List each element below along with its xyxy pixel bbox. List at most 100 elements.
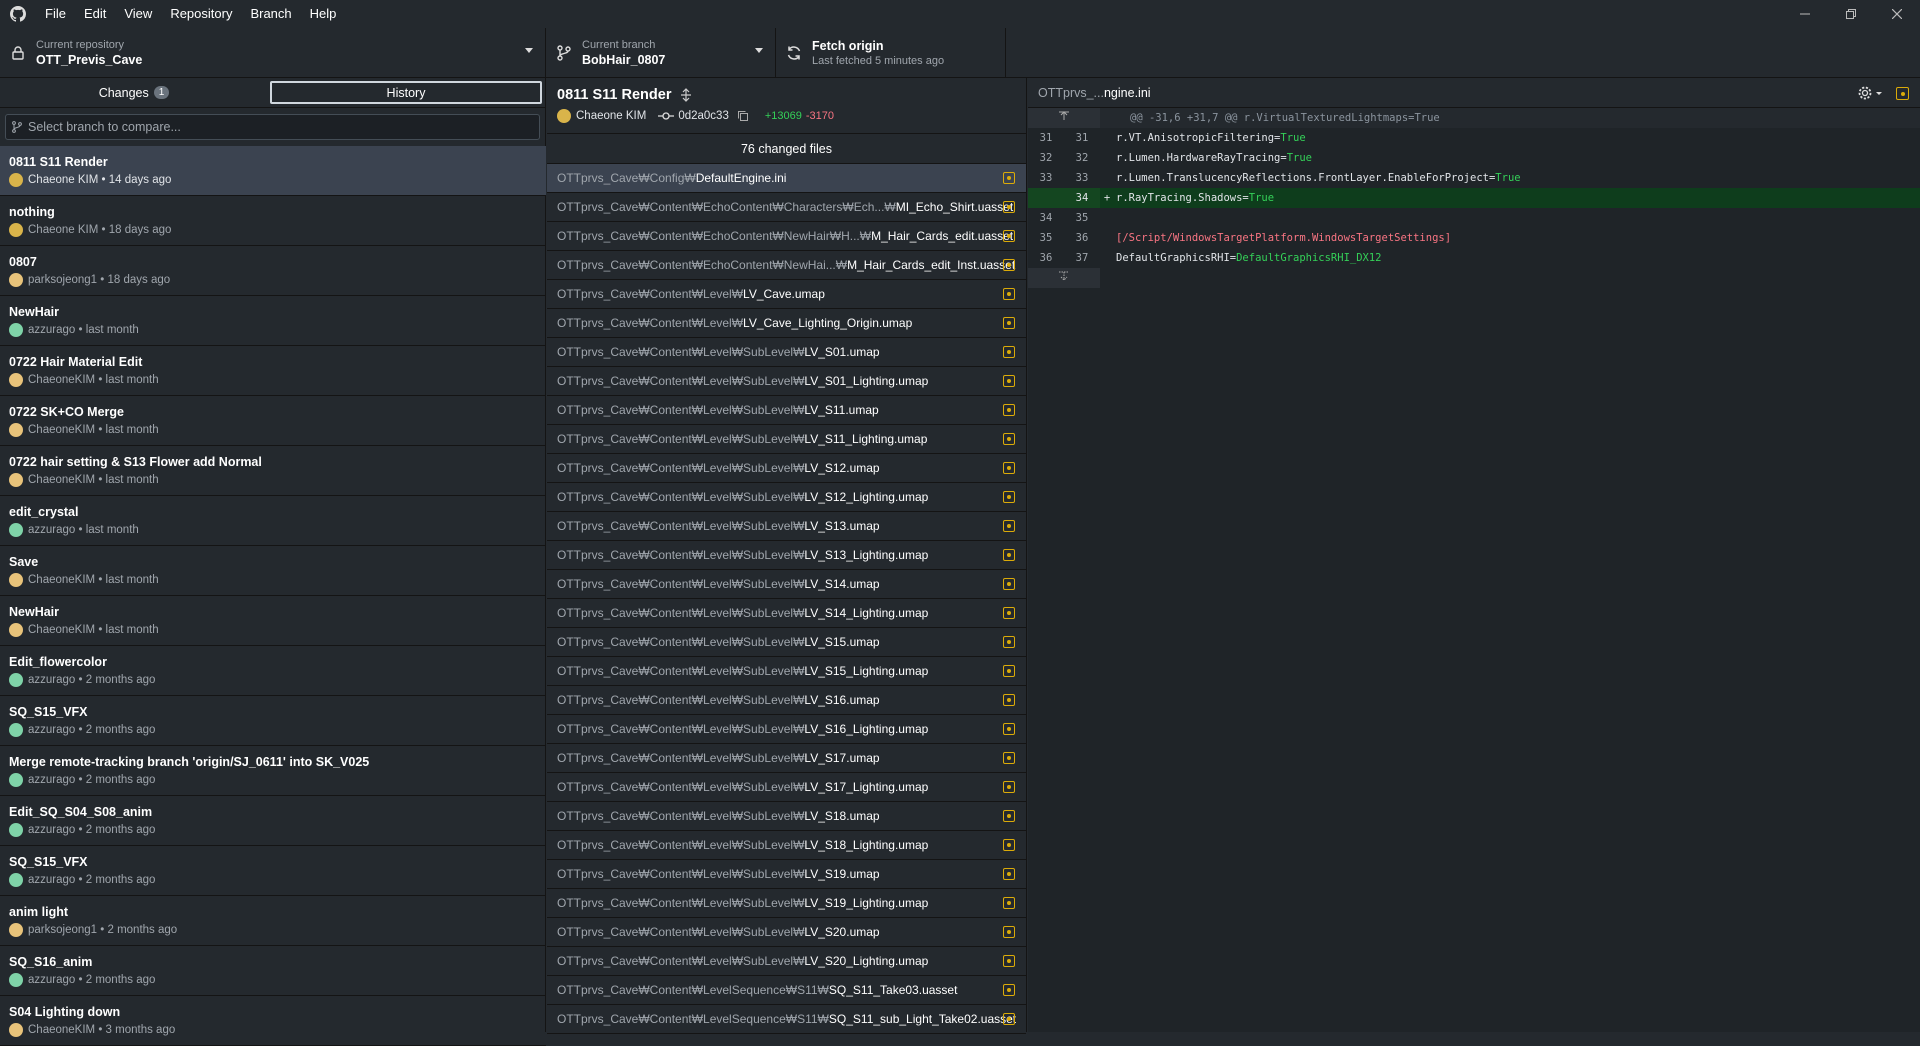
- commit-row[interactable]: 0722 SK+CO Merge ChaeoneKIM • last month: [0, 396, 546, 446]
- file-row[interactable]: OTTprvs_Cave₩Config₩ DefaultEngine.ini: [547, 164, 1026, 193]
- file-row[interactable]: OTTprvs_Cave₩Content₩Level₩SubLevel₩ LV_S…: [547, 628, 1026, 657]
- commit-row[interactable]: Merge remote-tracking branch 'origin/SJ_…: [0, 746, 546, 796]
- file-row[interactable]: OTTprvs_Cave₩Content₩Level₩SubLevel₩ LV_S…: [547, 831, 1026, 860]
- copy-icon[interactable]: [737, 110, 749, 122]
- file-row[interactable]: OTTprvs_Cave₩Content₩Level₩ LV_Cave_Light…: [547, 309, 1026, 338]
- file-row[interactable]: OTTprvs_Cave₩Content₩Level₩SubLevel₩ LV_S…: [547, 367, 1026, 396]
- menu-view[interactable]: View: [115, 0, 161, 28]
- commit-row[interactable]: NewHair ChaeoneKIM • last month: [0, 596, 546, 646]
- file-row[interactable]: OTTprvs_Cave₩Content₩LevelSequence₩S11₩ S…: [547, 976, 1026, 1005]
- commit-row[interactable]: Save ChaeoneKIM • last month: [0, 546, 546, 596]
- file-row[interactable]: OTTprvs_Cave₩Content₩Level₩SubLevel₩ LV_S…: [547, 483, 1026, 512]
- repository-label: Current repository: [36, 39, 125, 51]
- file-row[interactable]: OTTprvs_Cave₩Content₩Level₩SubLevel₩ LV_S…: [547, 773, 1026, 802]
- menu-branch[interactable]: Branch: [241, 0, 300, 28]
- file-row[interactable]: OTTprvs_Cave₩Content₩Level₩SubLevel₩ LV_S…: [547, 686, 1026, 715]
- commit-row[interactable]: anim light parksojeong1 • 2 months ago: [0, 896, 546, 946]
- commit-row[interactable]: SQ_S15_VFX azzurago • 2 months ago: [0, 696, 546, 746]
- separator-dot: •: [75, 674, 86, 686]
- separator-dot: •: [95, 374, 106, 386]
- menu-file[interactable]: File: [36, 0, 75, 28]
- new-line-number: 37: [1075, 252, 1089, 264]
- deletions-count: -3170: [805, 110, 835, 122]
- separator-dot: •: [98, 224, 109, 236]
- file-row[interactable]: OTTprvs_Cave₩Content₩Level₩SubLevel₩ LV_S…: [547, 396, 1026, 425]
- modified-status-icon: [1003, 984, 1015, 996]
- menu-help[interactable]: Help: [301, 0, 346, 28]
- commit-author: ChaeoneKIM: [28, 624, 96, 636]
- commit-row[interactable]: S04 Lighting down ChaeoneKIM • 3 months …: [0, 996, 546, 1046]
- file-name: LV_S16.umap: [804, 693, 880, 707]
- file-row[interactable]: OTTprvs_Cave₩Content₩Level₩SubLevel₩ LV_S…: [547, 802, 1026, 831]
- modified-status-icon: [1003, 549, 1015, 561]
- current-repository-button[interactable]: Current repository OTT_Previs_Cave: [0, 28, 546, 78]
- expand-icon[interactable]: [679, 88, 693, 102]
- file-path: OTTprvs_Cave₩Content₩Level₩SubLevel₩: [557, 838, 805, 852]
- separator-dot: •: [95, 624, 106, 636]
- sync-icon: [776, 45, 812, 61]
- file-row[interactable]: OTTprvs_Cave₩Content₩EchoContent₩Charact…: [547, 193, 1026, 222]
- file-row[interactable]: OTTprvs_Cave₩Content₩EchoContent₩NewHair…: [547, 222, 1026, 251]
- commit-row[interactable]: edit_crystal azzurago • last month: [0, 496, 546, 546]
- file-row[interactable]: OTTprvs_Cave₩Content₩Level₩SubLevel₩ LV_S…: [547, 541, 1026, 570]
- fetch-origin-button[interactable]: Fetch origin Last fetched 5 minutes ago: [776, 28, 1006, 78]
- file-row[interactable]: OTTprvs_Cave₩Content₩LevelSequence₩S11₩ S…: [547, 1005, 1026, 1034]
- file-row[interactable]: OTTprvs_Cave₩Content₩Level₩SubLevel₩ LV_S…: [547, 570, 1026, 599]
- tab-changes[interactable]: Changes 1: [0, 78, 268, 107]
- gear-icon[interactable]: [1858, 85, 1884, 101]
- new-line-number: 36: [1075, 232, 1089, 244]
- commit-row[interactable]: Edit_flowercolor azzurago • 2 months ago: [0, 646, 546, 696]
- file-row[interactable]: OTTprvs_Cave₩Content₩Level₩SubLevel₩ LV_S…: [547, 744, 1026, 773]
- commit-row[interactable]: 0807 parksojeong1 • 18 days ago: [0, 246, 546, 296]
- tab-history[interactable]: History: [270, 81, 542, 104]
- commit-row[interactable]: 0811 S11 Render Chaeone KIM • 14 days ag…: [0, 146, 546, 196]
- commit-row[interactable]: 0722 Hair Material Edit ChaeoneKIM • las…: [0, 346, 546, 396]
- file-path: OTTprvs_Cave₩Content₩Level₩SubLevel₩: [557, 345, 805, 359]
- history-sidebar: Changes 1 History Select branch to compa…: [0, 78, 546, 1046]
- new-line-number: 32: [1075, 152, 1089, 164]
- commit-row[interactable]: NewHair azzurago • last month: [0, 296, 546, 346]
- commit-author: ChaeoneKIM: [28, 474, 96, 486]
- minimize-icon[interactable]: [1782, 0, 1828, 28]
- branch-compare-input[interactable]: Select branch to compare...: [5, 114, 540, 140]
- current-branch-button[interactable]: Current branch BobHair_0807: [546, 28, 776, 78]
- file-row[interactable]: OTTprvs_Cave₩Content₩Level₩SubLevel₩ LV_S…: [547, 425, 1026, 454]
- file-row[interactable]: OTTprvs_Cave₩Content₩Level₩SubLevel₩ LV_S…: [547, 599, 1026, 628]
- commit-time: 18 days ago: [107, 274, 171, 286]
- file-path: OTTprvs_Cave₩Content₩Level₩SubLevel₩: [557, 519, 805, 533]
- diff-key: r.Lumen.HardwareRayTracing=: [1116, 152, 1287, 164]
- close-icon[interactable]: [1874, 0, 1920, 28]
- commit-author: parksojeong1: [28, 924, 98, 936]
- commit-row[interactable]: SQ_S16_anim azzurago • 2 months ago: [0, 946, 546, 996]
- commit-row[interactable]: SQ_S15_VFX azzurago • 2 months ago: [0, 846, 546, 896]
- menu-edit[interactable]: Edit: [75, 0, 115, 28]
- commit-row[interactable]: Edit_SQ_S04_S08_anim azzurago • 2 months…: [0, 796, 546, 846]
- file-row[interactable]: OTTprvs_Cave₩Content₩Level₩ LV_Cave.umap: [547, 280, 1026, 309]
- commit-title: Merge remote-tracking branch 'origin/SJ_…: [9, 755, 370, 769]
- file-row[interactable]: OTTprvs_Cave₩Content₩Level₩SubLevel₩ LV_S…: [547, 338, 1026, 367]
- menu-repository[interactable]: Repository: [161, 0, 241, 28]
- file-row[interactable]: OTTprvs_Cave₩Content₩Level₩SubLevel₩ LV_S…: [547, 512, 1026, 541]
- file-row[interactable]: OTTprvs_Cave₩Content₩EchoContent₩NewHai.…: [547, 251, 1026, 280]
- commit-row[interactable]: nothing Chaeone KIM • 18 days ago: [0, 196, 546, 246]
- restore-icon[interactable]: [1828, 0, 1874, 28]
- file-row[interactable]: OTTprvs_Cave₩Content₩Level₩SubLevel₩ LV_S…: [547, 889, 1026, 918]
- expand-down-icon[interactable]: [1028, 268, 1100, 288]
- commit-time: 14 days ago: [108, 174, 172, 186]
- diff-marker: [1100, 168, 1114, 188]
- file-row[interactable]: OTTprvs_Cave₩Content₩Level₩SubLevel₩ LV_S…: [547, 918, 1026, 947]
- file-row[interactable]: OTTprvs_Cave₩Content₩Level₩SubLevel₩ LV_S…: [547, 947, 1026, 976]
- file-row[interactable]: OTTprvs_Cave₩Content₩Level₩SubLevel₩ LV_S…: [547, 454, 1026, 483]
- additions-count: +13069: [764, 110, 802, 122]
- file-path: OTTprvs_Cave₩Content₩Level₩: [557, 287, 744, 301]
- file-row[interactable]: OTTprvs_Cave₩Content₩Level₩SubLevel₩ LV_S…: [547, 715, 1026, 744]
- diff-value: True: [1286, 152, 1312, 164]
- file-row[interactable]: OTTprvs_Cave₩Content₩Level₩SubLevel₩ LV_S…: [547, 657, 1026, 686]
- commit-time: last month: [105, 374, 159, 386]
- modified-status-icon: [1003, 433, 1015, 445]
- modified-status-icon: [1003, 636, 1015, 648]
- expand-up-icon[interactable]: [1028, 108, 1100, 128]
- commit-title: NewHair: [9, 605, 60, 619]
- file-row[interactable]: OTTprvs_Cave₩Content₩Level₩SubLevel₩ LV_S…: [547, 860, 1026, 889]
- commit-row[interactable]: 0722 hair setting & S13 Flower add Norma…: [0, 446, 546, 496]
